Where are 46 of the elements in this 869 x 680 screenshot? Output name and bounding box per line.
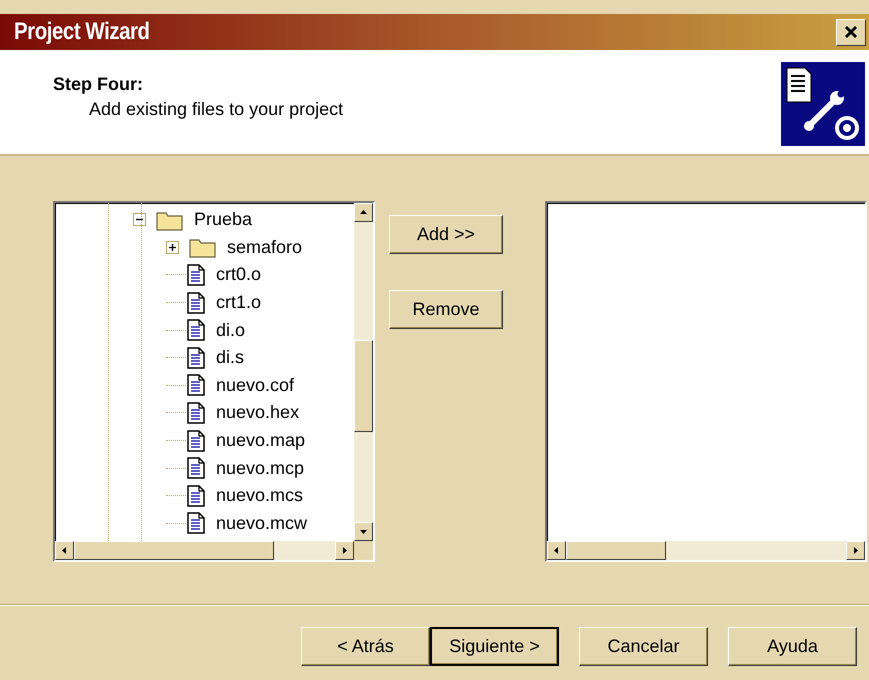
document-icon <box>186 319 206 342</box>
tree-item[interactable]: nuevo.mcs <box>216 485 304 506</box>
tree-item[interactable]: nuevo.hex <box>216 402 300 424</box>
tree-item[interactable]: crt1.o <box>216 292 262 314</box>
step-description: Add existing files to your project <box>88 99 344 120</box>
document-icon <box>186 430 206 452</box>
wizard-button[interactable]: < Atrás <box>301 627 430 666</box>
scroll-left-button[interactable] <box>55 541 74 560</box>
tree-item[interactable]: nuevo.map <box>216 430 306 452</box>
step-title: Step Four: <box>53 74 144 95</box>
add-button[interactable]: Add >> <box>389 215 503 254</box>
remove-button[interactable]: Remove <box>389 290 503 329</box>
scrollbar-thumb[interactable] <box>566 541 666 560</box>
document-icon <box>186 512 206 534</box>
document-tools-icon <box>781 62 865 146</box>
document-icon <box>186 264 206 286</box>
window-title: Project Wizard <box>14 18 150 46</box>
tree-item[interactable]: nuevo.mcp <box>216 458 304 479</box>
document-icon <box>186 346 206 369</box>
scroll-down-button[interactable] <box>354 522 373 541</box>
tree-item[interactable]: di.s <box>216 347 244 368</box>
scrollbar-thumb[interactable] <box>354 340 373 432</box>
close-button[interactable] <box>836 18 866 46</box>
wizard-button[interactable]: Siguiente > <box>430 627 559 666</box>
tree-item[interactable]: nuevo.cof <box>216 374 294 396</box>
collapse-toggle[interactable] <box>133 213 146 226</box>
expand-toggle[interactable] <box>166 240 179 254</box>
scroll-right-button[interactable] <box>846 541 865 560</box>
tree-item[interactable]: nuevo.mcw <box>216 512 308 534</box>
tree-item[interactable]: di.o <box>216 320 246 341</box>
document-icon <box>186 292 206 314</box>
tree-item[interactable]: crt0.o <box>216 264 262 286</box>
document-icon <box>186 484 206 507</box>
scroll-right-button[interactable] <box>335 541 354 560</box>
scroll-up-button[interactable] <box>354 203 373 222</box>
document-icon <box>186 374 206 396</box>
plus-icon <box>168 242 177 252</box>
document-icon <box>186 402 206 424</box>
scrollbar-thumb[interactable] <box>74 541 274 560</box>
scroll-left-button[interactable] <box>547 541 566 560</box>
document-icon <box>186 457 206 480</box>
tree-item[interactable]: Prueba <box>194 209 252 230</box>
tree-item[interactable]: semaforo <box>227 236 302 258</box>
wizard-button[interactable]: Cancelar <box>579 627 708 666</box>
wizard-button[interactable]: Ayuda <box>728 627 857 666</box>
close-icon <box>843 24 859 40</box>
